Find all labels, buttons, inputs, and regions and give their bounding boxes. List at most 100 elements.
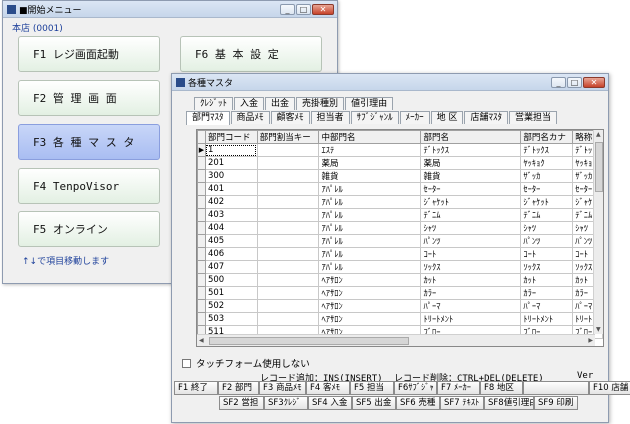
table-row[interactable]: 407 ｱﾊﾟﾚﾙ ｿｯｸｽ ｿｯｸｽ ｿｯｸｽ [197,260,603,274]
table-cell[interactable]: ｱﾊﾟﾚﾙ [318,208,422,222]
scroll-left-icon[interactable]: ◀ [199,337,204,344]
table-row[interactable]: 401 ｱﾊﾟﾚﾙ ｾｰﾀｰ ｾｰﾀｰ ｾｰﾀｰ [197,182,603,196]
table-cell[interactable] [256,182,320,196]
function-key-button[interactable]: F3 商品ﾒﾓ [259,381,306,395]
table-cell[interactable]: 404 [204,221,258,235]
table-cell[interactable]: ﾄﾘｰﾄﾒﾝﾄ [420,312,522,326]
table-cell[interactable]: ﾍｱｻﾛﾝ [318,299,422,313]
function-key-button[interactable]: SF7 ﾃｷｽﾄ [440,396,484,410]
table-row[interactable]: 503 ﾍｱｻﾛﾝ ﾄﾘｰﾄﾒﾝﾄ ﾄﾘｰﾄﾒﾝﾄ ﾄﾘｰﾄ [197,312,603,326]
department-grid[interactable]: 部門コード 部門割当キー 中部門名 部門名 部門名カナ 略称 ▶ 1 ｴｽﾃ ﾃﾞﾄｯｸｽ ﾃﾞﾄ… [196,129,604,347]
master-tab[interactable]: 入金 [234,97,265,110]
scroll-down-icon[interactable]: ▼ [596,326,601,333]
master-tab[interactable]: 出金 [265,97,296,110]
table-cell[interactable]: ｼﾞｬｹｯﾄ [420,195,522,209]
column-header[interactable]: 中部門名 [318,130,422,144]
column-header[interactable]: 部門名カナ [520,130,574,144]
table-cell[interactable]: ｺｰﾄ [520,247,574,261]
minimize-button[interactable]: _ [551,76,566,88]
table-row[interactable]: 201 薬局 薬局 ﾔｯｷｮｸ ﾔｯｷｮ [197,156,603,170]
table-cell[interactable]: 406 [204,247,258,261]
vertical-scrollbar[interactable]: ▲ ▼ [593,130,603,334]
table-cell[interactable]: ｱﾊﾟﾚﾙ [318,247,422,261]
table-cell[interactable] [256,247,320,261]
vertical-scroll-thumb[interactable] [595,142,603,192]
table-cell[interactable]: ﾊﾟﾝﾂ [420,234,522,248]
table-cell[interactable]: ｻﾞｯｶ [520,169,574,183]
table-cell[interactable]: 500 [204,273,258,287]
master-tab[interactable]: 店舗ﾏｽﾀ [464,111,508,124]
management-screen-button[interactable]: F2 管 理 画 面 [18,80,160,116]
function-key-button[interactable]: SF8値引理由 [484,396,534,410]
table-cell[interactable]: ｱﾊﾟﾚﾙ [318,195,422,209]
table-cell[interactable] [256,208,320,222]
function-key-button[interactable]: SF2 営担 [219,396,264,410]
function-key-button[interactable]: SF5 出金 [352,396,396,410]
function-key-button[interactable]: F4 客ﾒﾓ [306,381,350,395]
table-cell[interactable]: ﾊﾟｰﾏ [520,299,574,313]
master-tab[interactable]: ｸﾚｼﾞｯﾄ [194,97,234,110]
function-key-button[interactable]: F10 店舗 [589,381,630,395]
touch-form-option[interactable]: タッチフォーム使用しない [182,356,310,370]
table-cell[interactable] [256,234,320,248]
table-cell[interactable]: ｿｯｸｽ [520,260,574,274]
table-cell[interactable]: ﾊﾟｰﾏ [420,299,522,313]
table-cell[interactable]: ｱﾊﾟﾚﾙ [318,221,422,235]
table-cell[interactable]: ｺｰﾄ [420,247,522,261]
scroll-up-icon[interactable]: ▲ [596,131,601,138]
table-cell[interactable]: ﾍｱｻﾛﾝ [318,273,422,287]
table-cell[interactable] [256,156,320,170]
table-cell[interactable]: ﾃﾞﾆﾑ [520,208,574,222]
master-tab[interactable]: 値引理由 [345,97,394,110]
table-cell[interactable]: ｴｽﾃ [318,143,422,157]
column-header[interactable]: 部門割当キー [256,130,320,144]
table-cell[interactable]: ｼｬﾂ [420,221,522,235]
table-row[interactable]: ▶ 1 ｴｽﾃ ﾃﾞﾄｯｸｽ ﾃﾞﾄｯｸｽ ﾃﾞﾄｯ [197,143,603,157]
master-tab[interactable]: 地 区 [430,111,464,124]
table-row[interactable]: 500 ﾍｱｻﾛﾝ ｶｯﾄ ｶｯﾄ ｶｯﾄ [197,273,603,287]
table-cell[interactable]: 300 [204,169,258,183]
master-tab-selected[interactable]: 部門ﾏｽﾀ [186,111,230,125]
register-screen-button[interactable]: F1 レジ画面起動 [18,36,160,72]
table-cell[interactable] [256,273,320,287]
maximize-button[interactable]: □ [567,76,582,88]
table-cell[interactable]: ｶﾗｰ [420,286,522,300]
function-key-button[interactable] [523,381,589,395]
table-cell[interactable] [256,299,320,313]
table-cell[interactable]: 1 [204,143,258,157]
table-cell[interactable]: ｾｰﾀｰ [420,182,522,196]
table-cell[interactable] [256,195,320,209]
table-row[interactable]: 501 ﾍｱｻﾛﾝ ｶﾗｰ ｶﾗｰ ｶﾗｰ [197,286,603,300]
table-cell[interactable]: ﾄﾘｰﾄﾒﾝﾄ [520,312,574,326]
basic-settings-button[interactable]: F6 基 本 設 定 [180,36,322,72]
table-cell[interactable]: ｿｯｸｽ [420,260,522,274]
table-cell[interactable]: 407 [204,260,258,274]
column-header[interactable]: 部門名 [420,130,522,144]
scroll-right-icon[interactable]: ▶ [588,337,593,344]
table-cell[interactable]: ｼｬﾂ [520,221,574,235]
function-key-button[interactable]: F7 ﾒｰｶｰ [437,381,480,395]
table-cell[interactable]: ｱﾊﾟﾚﾙ [318,234,422,248]
table-cell[interactable]: 503 [204,312,258,326]
online-button[interactable]: F5 オンライン [18,211,160,247]
table-cell[interactable]: 402 [204,195,258,209]
master-tab[interactable]: 商品ﾒﾓ [230,111,270,124]
horizontal-scroll-thumb[interactable] [209,337,409,345]
masters-titlebar[interactable]: 各種マスタ _ □ ✕ [172,74,608,91]
table-row[interactable]: 300 雑貨 雑貨 ｻﾞｯｶ ｻﾞｯｶ [197,169,603,183]
table-cell[interactable]: 薬局 [318,156,422,170]
table-cell[interactable] [256,221,320,235]
table-cell[interactable]: 401 [204,182,258,196]
function-key-button[interactable]: F8 地区 [480,381,523,395]
master-tab[interactable]: 売掛種別 [296,97,345,110]
table-row[interactable]: 502 ﾍｱｻﾛﾝ ﾊﾟｰﾏ ﾊﾟｰﾏ ﾊﾟｰﾏ [197,299,603,313]
function-key-button[interactable]: SF9 印刷 [534,396,578,410]
table-cell[interactable] [256,260,320,274]
table-cell[interactable]: 201 [204,156,258,170]
tenpovisor-button[interactable]: F4 TenpoVisor [18,168,160,204]
table-row[interactable]: 405 ｱﾊﾟﾚﾙ ﾊﾟﾝﾂ ﾊﾟﾝﾂ ﾊﾟﾝﾂ [197,234,603,248]
table-cell[interactable]: 502 [204,299,258,313]
function-key-button[interactable]: F1 終了 [174,381,218,395]
function-key-button[interactable]: SF3ｸﾚｼﾞ [264,396,308,410]
table-cell[interactable]: ﾃﾞﾄｯｸｽ [520,143,574,157]
